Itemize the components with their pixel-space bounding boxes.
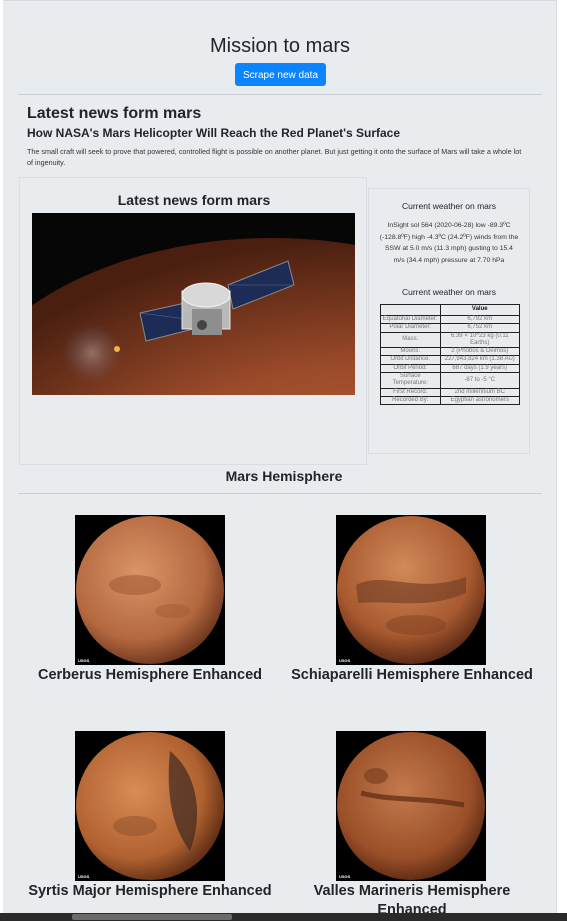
table-row: Orbit Distance: 227,943,824 km (1.38 AU) bbox=[380, 355, 521, 365]
table-row: Equatorial Diameter: 6,792 km bbox=[380, 314, 521, 325]
fact-label: Orbit Distance: bbox=[380, 355, 441, 365]
fact-label: Surface Temperature: bbox=[380, 372, 441, 389]
weather-report: InSight sol 564 (2020-06-28) low -89.3ºC… bbox=[379, 222, 519, 264]
fact-label: Recorded By: bbox=[380, 395, 441, 406]
fact-value: 6,752 km bbox=[439, 323, 521, 333]
news-heading: Latest news form mars bbox=[27, 105, 202, 122]
featured-image-panel: Latest news form mars bbox=[19, 177, 367, 465]
fact-value: 6.39 × 10^23 kg (0.11 Earths) bbox=[439, 331, 521, 349]
usgs-logo: USGS bbox=[339, 874, 351, 879]
divider bbox=[18, 493, 542, 494]
mars-facts-table: Value Equatorial Diameter: 6,792 km Polar… bbox=[380, 304, 521, 406]
usgs-logo: USGS bbox=[339, 658, 351, 663]
hemisphere-name: Schiaparelli Hemisphere Enhanced bbox=[291, 667, 533, 683]
hemisphere-image[interactable]: USGS bbox=[75, 731, 225, 881]
fact-value: 2 (Phobos & Deimos) bbox=[439, 347, 521, 357]
hemisphere-image[interactable]: USGS bbox=[336, 731, 486, 881]
fact-label: Moons: bbox=[380, 347, 441, 357]
fact-label: Equatorial Diameter: bbox=[380, 314, 441, 325]
page-title: Mission to mars bbox=[209, 35, 351, 57]
hemisphere-heading: Mars Hemisphere bbox=[225, 468, 343, 484]
usgs-logo: USGS bbox=[78, 874, 90, 879]
table-row: Orbit Period: 687 days (1.9 years) bbox=[380, 363, 521, 374]
table-row: Recorded By: Egyptian astronomers bbox=[380, 395, 521, 406]
fact-value: Egyptian astronomers bbox=[439, 395, 521, 406]
facts-heading: Current weather on mars bbox=[401, 287, 496, 297]
featured-image bbox=[32, 213, 355, 395]
table-row: Mass: 6.39 × 10^23 kg (0.11 Earths) bbox=[380, 331, 521, 349]
fact-value: 6,792 km bbox=[439, 314, 521, 325]
scrollbar-thumb[interactable] bbox=[72, 914, 232, 920]
fact-label: First Record: bbox=[380, 387, 441, 397]
fact-value: 227,943,824 km (1.38 AU) bbox=[439, 355, 521, 365]
scrape-new-data-button[interactable]: Scrape new data bbox=[235, 63, 326, 86]
table-row: Polar Diameter: 6,752 km bbox=[380, 323, 521, 333]
usgs-logo: USGS bbox=[78, 658, 90, 663]
featured-heading: Latest news form mars bbox=[117, 192, 271, 208]
fact-value: 687 days (1.9 years) bbox=[439, 363, 521, 374]
table-header-cell bbox=[380, 304, 441, 316]
main-container: Mission to mars Scrape new data Latest n… bbox=[3, 0, 557, 921]
fact-value: 2nd millennium BC bbox=[439, 387, 521, 397]
fact-value: -87 to -5 °C bbox=[439, 372, 521, 389]
hemisphere-name: Syrtis Major Hemisphere Enhanced bbox=[28, 883, 272, 899]
divider bbox=[18, 94, 542, 95]
table-row: Surface Temperature: -87 to -5 °C bbox=[380, 372, 521, 389]
hemisphere-name: Cerberus Hemisphere Enhanced bbox=[37, 667, 263, 683]
table-row: First Record: 2nd millennium BC bbox=[380, 387, 521, 397]
fact-label: Mass: bbox=[380, 331, 441, 349]
hemisphere-image[interactable]: USGS bbox=[336, 515, 486, 665]
table-header-row: Value bbox=[380, 304, 521, 316]
table-header-cell: Value bbox=[439, 304, 521, 316]
weather-heading: Current weather on mars bbox=[401, 201, 496, 211]
news-title: How NASA's Mars Helicopter Will Reach th… bbox=[27, 126, 401, 140]
hemisphere-image[interactable]: USGS bbox=[75, 515, 225, 665]
fact-label: Polar Diameter: bbox=[380, 323, 441, 333]
fact-label: Orbit Period: bbox=[380, 363, 441, 374]
table-row: Moons: 2 (Phobos & Deimos) bbox=[380, 347, 521, 357]
news-paragraph: The small craft will seek to prove that … bbox=[27, 147, 522, 167]
weather-panel: Current weather on mars InSight sol 564 … bbox=[368, 188, 530, 454]
